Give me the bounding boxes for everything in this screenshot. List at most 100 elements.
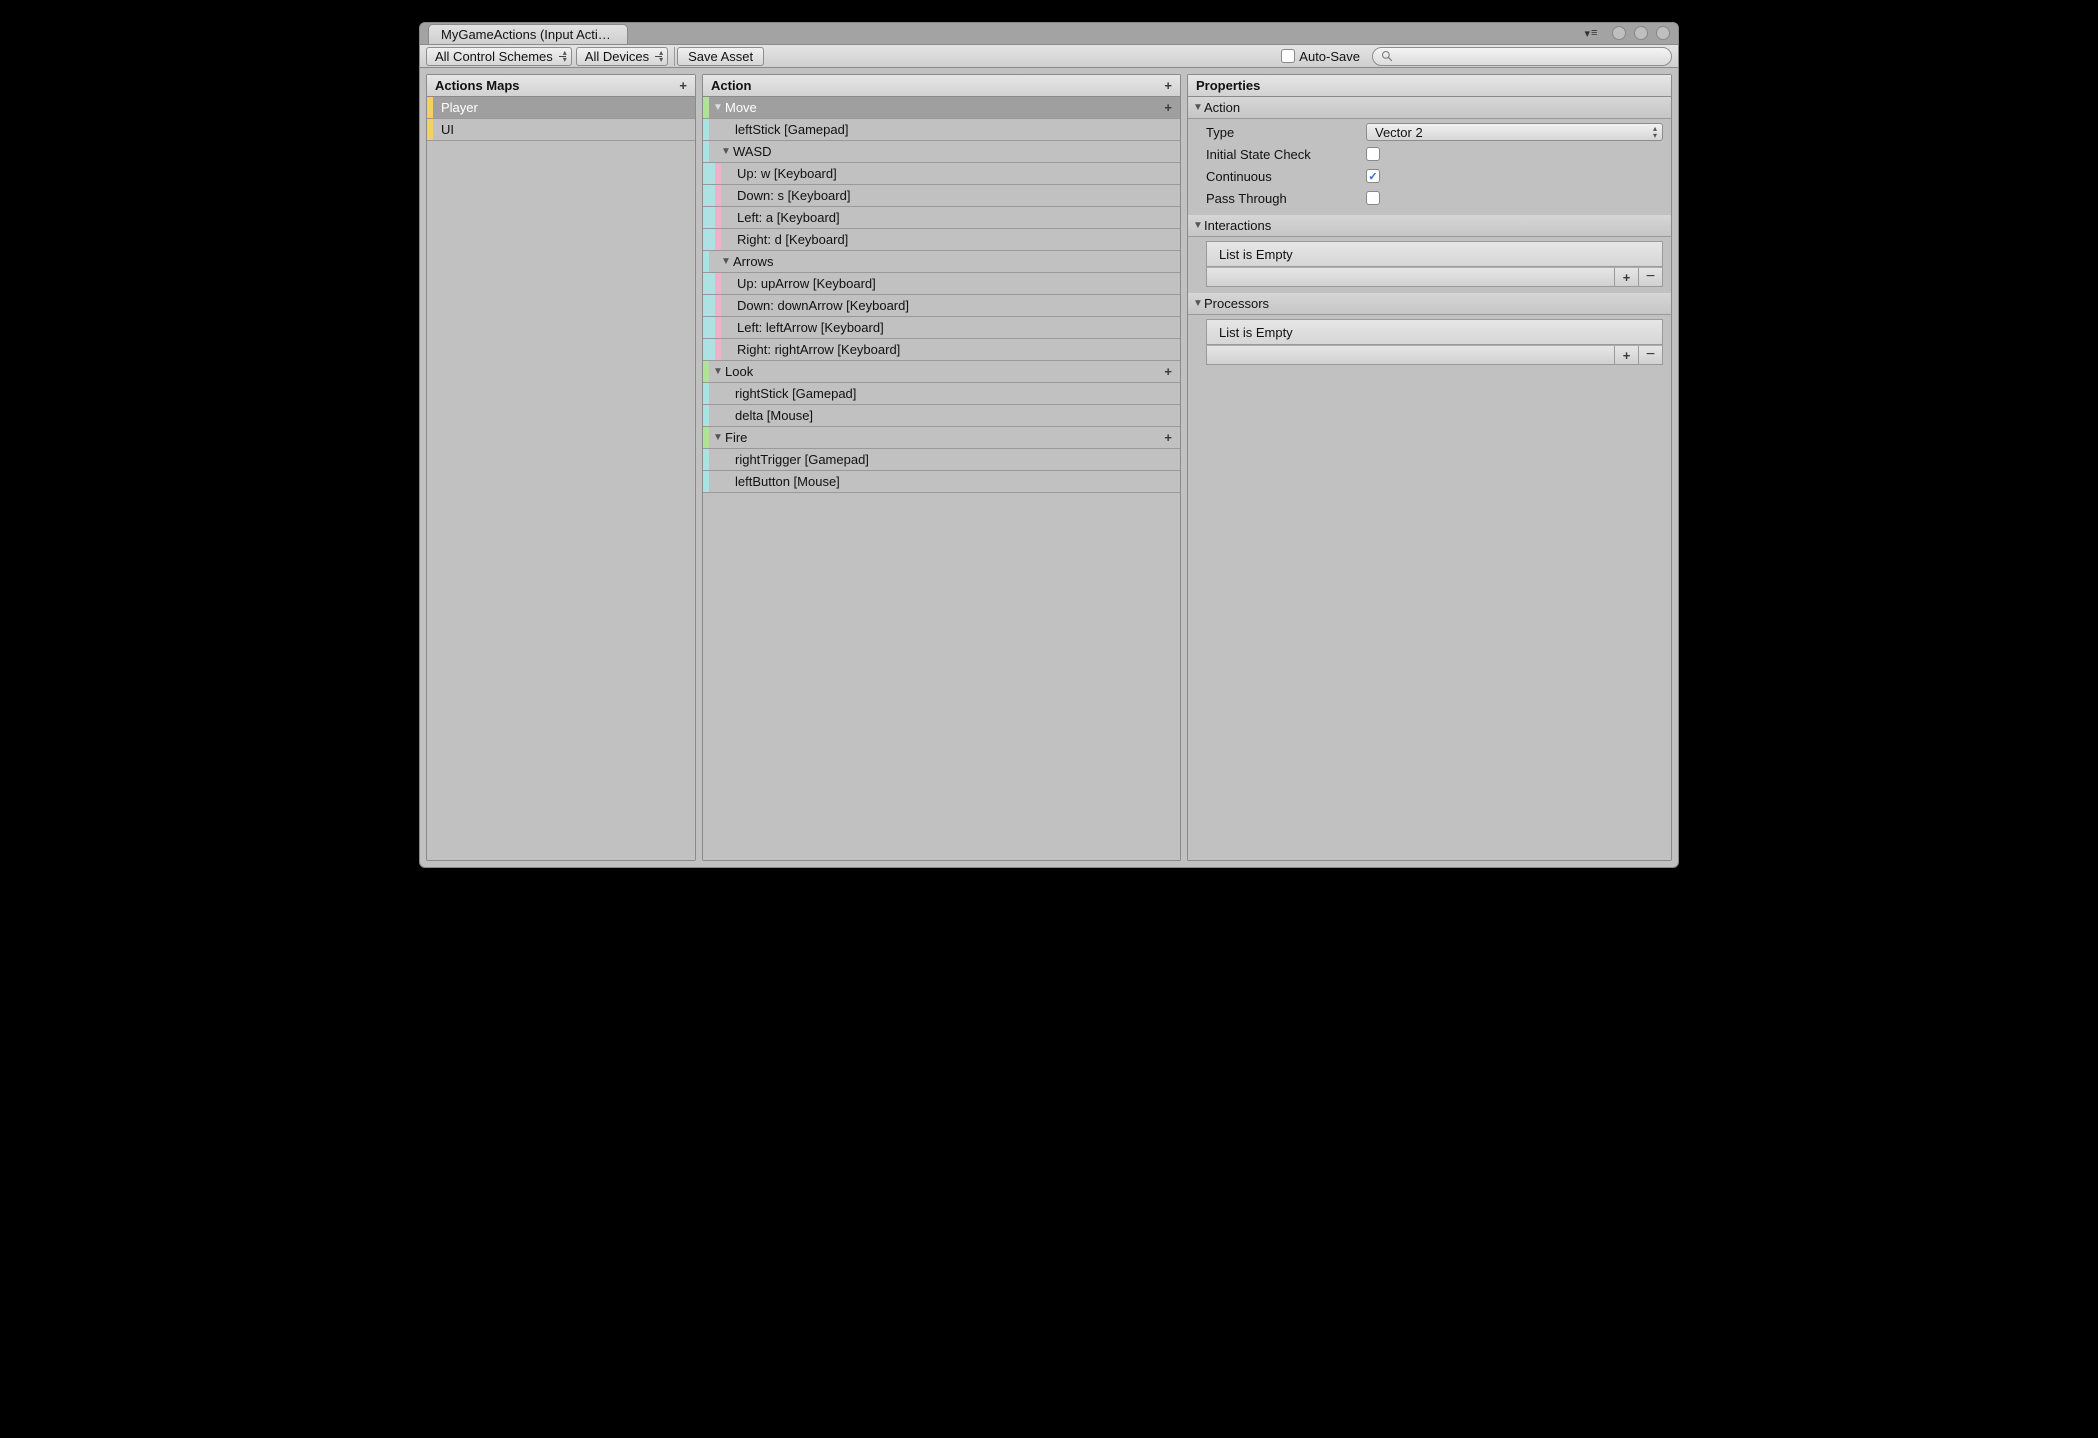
actions-list: Move + leftStick [Gamepad] WASD Up: w [Keybo… xyxy=(703,97,1180,860)
part-label: Down: s [Keyboard] xyxy=(737,188,850,203)
color-bar xyxy=(703,361,709,382)
action-map-row[interactable]: Player xyxy=(427,97,695,119)
actions-pane: Action + Move + leftStick [Gamepad] WASD Up:… xyxy=(702,74,1181,861)
color-bar xyxy=(427,119,433,140)
save-asset-label: Save Asset xyxy=(688,49,753,64)
action-map-row[interactable]: UI xyxy=(427,119,695,141)
action-maps-list: Player UI xyxy=(427,97,695,860)
chevron-down-icon xyxy=(1192,298,1204,309)
interactions-foldout[interactable]: Interactions xyxy=(1188,215,1671,237)
save-asset-button[interactable]: Save Asset xyxy=(677,47,764,66)
devices-popup[interactable]: All Devices xyxy=(576,47,668,66)
type-popup[interactable]: Vector 2 xyxy=(1366,123,1663,141)
remove-interaction-button[interactable]: − xyxy=(1638,268,1662,286)
window-tabbar: MyGameActions (Input Acti… xyxy=(420,23,1678,45)
color-bar xyxy=(715,207,721,228)
body: Actions Maps + PlayerUI Action + Move+le… xyxy=(420,68,1678,867)
window-dot-3[interactable] xyxy=(1656,26,1670,40)
composite-part-row[interactable]: Up: w [Keyboard] xyxy=(703,163,1180,185)
processors-foldout[interactable]: Processors xyxy=(1188,293,1671,315)
composite-label: Arrows xyxy=(733,254,773,269)
window-dot-1[interactable] xyxy=(1612,26,1626,40)
part-label: Down: downArrow [Keyboard] xyxy=(737,298,909,313)
editor-window: MyGameActions (Input Acti… All Control S… xyxy=(419,22,1679,868)
chevron-updown-icon xyxy=(659,49,663,63)
window-tab[interactable]: MyGameActions (Input Acti… xyxy=(428,24,628,44)
processors-buttons: + − xyxy=(1206,345,1663,365)
devices-label: All Devices xyxy=(585,49,649,64)
window-controls xyxy=(1582,26,1670,40)
composite-part-row[interactable]: Down: s [Keyboard] xyxy=(703,185,1180,207)
action-row[interactable]: Look + xyxy=(703,361,1180,383)
chevron-down-icon xyxy=(1192,220,1204,231)
interactions-empty-text: List is Empty xyxy=(1219,247,1293,262)
add-binding-button[interactable]: + xyxy=(1162,364,1174,379)
add-interaction-button[interactable]: + xyxy=(1614,268,1638,286)
composite-part-row[interactable]: Down: downArrow [Keyboard] xyxy=(703,295,1180,317)
tab-menu-icon[interactable] xyxy=(1582,26,1600,40)
action-label: Fire xyxy=(725,430,747,445)
chevron-down-icon xyxy=(721,146,731,157)
actions-title: Action xyxy=(711,78,751,93)
remove-processor-button[interactable]: − xyxy=(1638,346,1662,364)
binding-row[interactable]: leftButton [Mouse] xyxy=(703,471,1180,493)
composite-label: WASD xyxy=(733,144,772,159)
chevron-down-icon xyxy=(721,256,731,267)
composite-part-row[interactable]: Left: leftArrow [Keyboard] xyxy=(703,317,1180,339)
color-bar xyxy=(703,251,709,272)
continuous-label: Continuous xyxy=(1206,169,1366,184)
add-binding-button[interactable]: + xyxy=(1162,430,1174,445)
action-section-label: Action xyxy=(1204,100,1240,115)
color-bar xyxy=(703,427,709,448)
add-action-map-button[interactable]: + xyxy=(677,78,689,93)
divider xyxy=(674,47,675,66)
part-label: Up: w [Keyboard] xyxy=(737,166,837,181)
composite-row[interactable]: Arrows xyxy=(703,251,1180,273)
type-label: Type xyxy=(1206,125,1366,140)
continuous-checkbox[interactable] xyxy=(1366,169,1380,183)
properties-header: Properties xyxy=(1188,75,1671,97)
action-label: Look xyxy=(725,364,753,379)
properties-title: Properties xyxy=(1196,78,1260,93)
color-bar xyxy=(703,141,709,162)
color-bar xyxy=(715,163,721,184)
part-label: Right: rightArrow [Keyboard] xyxy=(737,342,900,357)
binding-label: rightStick [Gamepad] xyxy=(735,386,856,401)
add-processor-button[interactable]: + xyxy=(1614,346,1638,364)
color-bar xyxy=(715,317,721,338)
control-scheme-popup[interactable]: All Control Schemes xyxy=(426,47,572,66)
binding-row[interactable]: delta [Mouse] xyxy=(703,405,1180,427)
tab-title: MyGameActions (Input Acti… xyxy=(441,27,611,42)
binding-row[interactable]: rightTrigger [Gamepad] xyxy=(703,449,1180,471)
actions-header: Action + xyxy=(703,75,1180,97)
color-bar xyxy=(427,97,433,118)
color-bar xyxy=(715,295,721,316)
action-row[interactable]: Move + xyxy=(703,97,1180,119)
interactions-label: Interactions xyxy=(1204,218,1271,233)
action-label: Move xyxy=(725,100,757,115)
autosave-checkbox[interactable] xyxy=(1281,49,1295,63)
binding-label: leftButton [Mouse] xyxy=(735,474,840,489)
action-foldout[interactable]: Action xyxy=(1188,97,1671,119)
initial-state-check-checkbox[interactable] xyxy=(1366,147,1380,161)
pass-through-checkbox[interactable] xyxy=(1366,191,1380,205)
search-input[interactable] xyxy=(1372,47,1672,66)
composite-part-row[interactable]: Right: rightArrow [Keyboard] xyxy=(703,339,1180,361)
properties-body: Action Type Vector 2 Initial State Check xyxy=(1188,97,1671,860)
chevron-down-icon xyxy=(713,102,723,113)
properties-pane: Properties Action Type Vector 2 xyxy=(1187,74,1672,861)
binding-row[interactable]: leftStick [Gamepad] xyxy=(703,119,1180,141)
action-row[interactable]: Fire + xyxy=(703,427,1180,449)
composite-part-row[interactable]: Left: a [Keyboard] xyxy=(703,207,1180,229)
color-bar xyxy=(715,273,721,294)
color-bar xyxy=(703,449,709,470)
action-map-name: Player xyxy=(441,100,478,115)
composite-part-row[interactable]: Right: d [Keyboard] xyxy=(703,229,1180,251)
composite-row[interactable]: WASD xyxy=(703,141,1180,163)
color-bar xyxy=(715,185,721,206)
composite-part-row[interactable]: Up: upArrow [Keyboard] xyxy=(703,273,1180,295)
add-binding-button[interactable]: + xyxy=(1162,100,1174,115)
binding-row[interactable]: rightStick [Gamepad] xyxy=(703,383,1180,405)
add-action-button[interactable]: + xyxy=(1162,78,1174,93)
window-dot-2[interactable] xyxy=(1634,26,1648,40)
